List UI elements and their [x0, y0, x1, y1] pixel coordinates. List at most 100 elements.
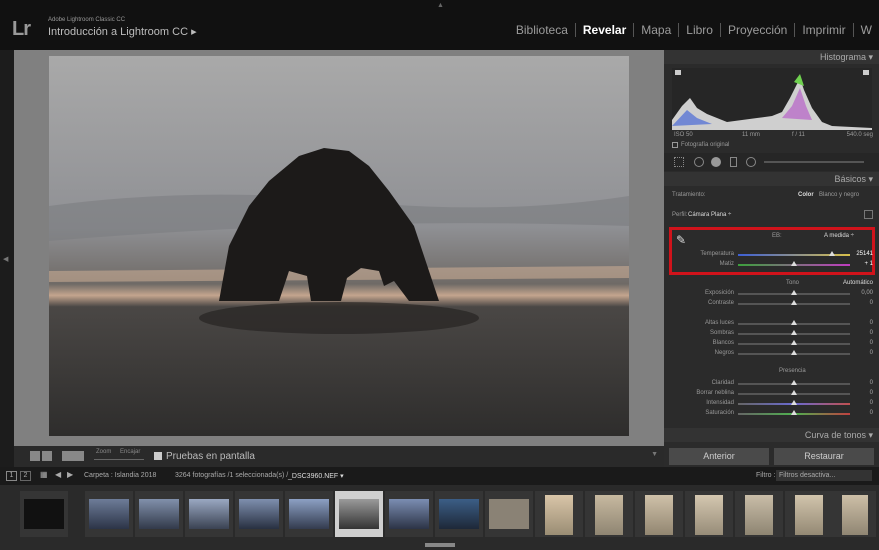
lightroom-logo: Lr — [12, 18, 31, 40]
collapse-top-icon[interactable]: ▲ — [437, 2, 444, 9]
clip-highlight-icon[interactable] — [863, 70, 869, 75]
contrast-value[interactable]: 0 — [870, 300, 873, 306]
highlights-label: Altas luces — [704, 320, 734, 326]
thumb-3[interactable] — [135, 491, 183, 537]
original-checkbox[interactable] — [672, 142, 678, 148]
highlights-knob[interactable] — [791, 320, 797, 325]
highlights-value[interactable]: 0 — [870, 320, 873, 326]
thumb-16[interactable] — [785, 491, 833, 537]
exposure-knob[interactable] — [791, 290, 797, 295]
basics-header[interactable]: Básicos ▾ — [664, 172, 879, 186]
main-photo[interactable] — [49, 56, 629, 436]
thumb-14[interactable] — [685, 491, 733, 537]
image-viewer[interactable] — [14, 50, 664, 446]
radial-filter-icon[interactable] — [746, 157, 756, 167]
file-name[interactable]: _DSC3960.NEF ▾ — [288, 472, 344, 480]
clarity-value[interactable]: 0 — [870, 380, 873, 386]
filmstrip-scrollbar[interactable] — [425, 543, 455, 547]
whites-value[interactable]: 0 — [870, 340, 873, 346]
temp-knob[interactable] — [829, 251, 835, 256]
thumb-15[interactable] — [735, 491, 783, 537]
histogram-chart[interactable] — [672, 68, 872, 130]
brush-slider[interactable] — [764, 161, 864, 163]
thumb-6[interactable] — [285, 491, 333, 537]
left-panel-collapsed[interactable]: ◀ — [0, 50, 14, 467]
tint-knob[interactable] — [791, 261, 797, 266]
page-2-button[interactable]: 2 — [20, 471, 31, 481]
thumb-1[interactable] — [20, 491, 68, 537]
back-arrow-icon[interactable]: ◀ — [55, 470, 61, 479]
dehaze-value[interactable]: 0 — [870, 390, 873, 396]
blacks-knob[interactable] — [791, 350, 797, 355]
saturation-knob[interactable] — [791, 410, 797, 415]
loupe-view-icon[interactable] — [30, 451, 40, 461]
previous-button[interactable]: Anterior — [669, 448, 769, 465]
module-imprimir[interactable]: Imprimir — [794, 23, 852, 37]
thumb-8[interactable] — [385, 491, 433, 537]
fit-label[interactable]: Encajar — [120, 449, 140, 455]
temp-value[interactable]: 25141 — [856, 251, 873, 257]
folder-path[interactable]: Carpeta : Islandia 2018 — [84, 472, 156, 479]
clarity-label: Claridad — [711, 380, 734, 386]
module-web[interactable]: W — [852, 23, 879, 37]
shadows-value[interactable]: 0 — [870, 330, 873, 336]
compare-view-icon[interactable] — [62, 451, 84, 461]
wb-select[interactable]: A medida ÷ — [824, 233, 854, 239]
whites-knob[interactable] — [791, 340, 797, 345]
profile-select[interactable]: Cámara Plana ÷ — [688, 212, 731, 218]
catalog-name[interactable]: Introducción a Lightroom CC ▸ — [48, 25, 197, 38]
thumb-2[interactable] — [85, 491, 133, 537]
thumb-17[interactable] — [832, 491, 876, 537]
grid-view-icon[interactable] — [42, 451, 52, 461]
thumb-12[interactable] — [585, 491, 633, 537]
vibrance-knob[interactable] — [791, 400, 797, 405]
treatment-color[interactable]: Color — [798, 192, 814, 198]
thumb-11[interactable] — [535, 491, 583, 537]
thumb-4[interactable] — [185, 491, 233, 537]
clarity-knob[interactable] — [791, 380, 797, 385]
reset-button[interactable]: Restaurar — [774, 448, 874, 465]
thumb-9[interactable] — [435, 491, 483, 537]
exposure-value[interactable]: 0,00 — [861, 290, 873, 296]
blacks-label: Negros — [714, 350, 734, 356]
red-eye-icon[interactable] — [711, 157, 721, 167]
thumb-13[interactable] — [635, 491, 683, 537]
thumb-selected[interactable] — [335, 491, 383, 537]
crop-tool-icon[interactable] — [674, 157, 684, 167]
forward-arrow-icon[interactable]: ▶ — [67, 470, 73, 479]
app-version: Adobe Lightroom Classic CC — [48, 17, 126, 23]
zoom-slider[interactable] — [94, 459, 144, 460]
grid-icon[interactable]: ▦ — [40, 470, 48, 479]
profile-browser-icon[interactable] — [864, 210, 873, 219]
tint-value[interactable]: + 1 — [864, 261, 873, 267]
thumb-10[interactable] — [485, 491, 533, 537]
softproof-checkbox[interactable] — [154, 452, 162, 460]
blacks-value[interactable]: 0 — [870, 350, 873, 356]
vibrance-value[interactable]: 0 — [870, 400, 873, 406]
module-libro[interactable]: Libro — [678, 23, 720, 37]
histogram-header[interactable]: Histograma ▾ — [664, 50, 879, 64]
tone-curve-header[interactable]: Curva de tonos ▾ — [664, 428, 879, 442]
dehaze-knob[interactable] — [791, 390, 797, 395]
graduated-filter-icon[interactable] — [730, 157, 737, 167]
exposure-label: Exposición — [704, 290, 734, 296]
expand-left-icon[interactable]: ◀ — [3, 255, 8, 263]
toolbar-menu-icon[interactable]: ▼ — [651, 451, 658, 458]
auto-button[interactable]: Automático — [843, 280, 873, 286]
eyedropper-icon[interactable]: ✎ — [676, 233, 686, 247]
shadows-knob[interactable] — [791, 330, 797, 335]
treatment-bw[interactable]: Blanco y negro — [819, 192, 859, 198]
page-1-button[interactable]: 1 — [6, 471, 17, 481]
contrast-knob[interactable] — [791, 300, 797, 305]
thumb-5[interactable] — [235, 491, 283, 537]
spot-removal-icon[interactable] — [694, 157, 704, 167]
filter-select[interactable]: Filtros desactiva... — [776, 470, 872, 481]
basics-title: Básicos — [834, 174, 866, 184]
module-mapa[interactable]: Mapa — [633, 23, 678, 37]
histogram-graph — [672, 74, 872, 130]
saturation-value[interactable]: 0 — [870, 410, 873, 416]
clip-shadow-icon[interactable] — [675, 70, 681, 75]
module-biblioteca[interactable]: Biblioteca — [509, 23, 575, 37]
module-proyeccion[interactable]: Proyección — [719, 23, 794, 37]
module-revelar[interactable]: Revelar — [574, 23, 633, 37]
